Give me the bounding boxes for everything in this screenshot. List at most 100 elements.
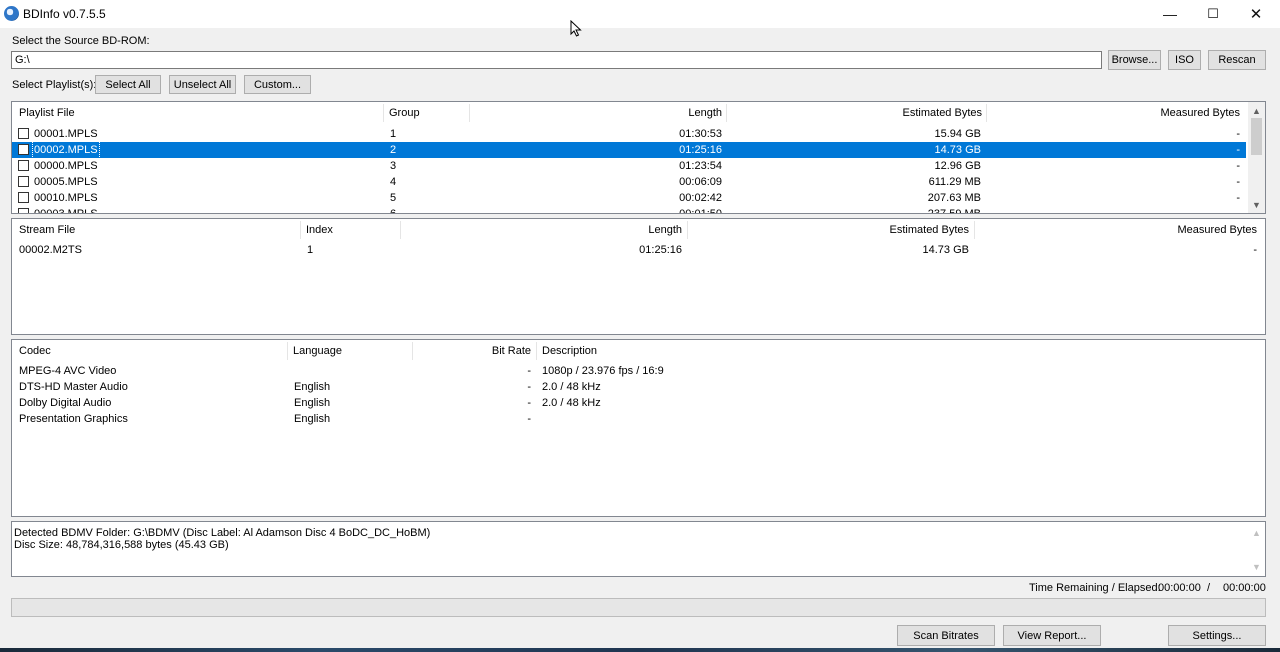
codec-bit-rate: -	[527, 381, 531, 393]
scroll-up-arrow-icon[interactable]: ▲	[1248, 104, 1265, 118]
playlist-checkbox[interactable]	[18, 208, 29, 213]
playlist-checkbox[interactable]	[18, 160, 29, 171]
playlist-row[interactable]: 00002.MPLS 2 01:25:16 14.73 GB -	[12, 141, 1246, 159]
playlist-measured-bytes: -	[1236, 144, 1240, 156]
codec-name: MPEG-4 AVC Video	[19, 365, 117, 377]
col-header-group[interactable]: Group	[389, 102, 420, 124]
playlist-checkbox[interactable]	[18, 144, 29, 155]
playlist-group: 3	[390, 160, 397, 172]
col-header-bit-rate[interactable]: Bit Rate	[417, 340, 531, 362]
playlist-length: 00:06:09	[679, 176, 722, 188]
playlist-file-name: 00005.MPLS	[34, 176, 98, 188]
col-header-stream-estimated-bytes[interactable]: Estimated Bytes	[719, 219, 969, 241]
col-header-length[interactable]: Length	[472, 102, 722, 124]
playlist-estimated-bytes: 611.29 MB	[928, 176, 981, 188]
stream-row[interactable]: 00002.M2TS 1 01:25:16 14.73 GB -	[12, 242, 1265, 258]
codec-bit-rate: -	[527, 413, 531, 425]
stream-table[interactable]: Stream File Index Length Estimated Bytes…	[11, 218, 1266, 335]
playlist-file-name: 00003.MPLS	[34, 208, 98, 214]
playlist-checkbox[interactable]	[18, 192, 29, 203]
info-scroll-down-icon[interactable]: ▼	[1248, 560, 1265, 574]
close-button[interactable]: ✕	[1234, 0, 1278, 28]
playlist-measured-bytes: -	[1236, 192, 1240, 204]
scan-bitrates-button[interactable]: Scan Bitrates	[897, 625, 995, 646]
playlist-length: 01:23:54	[679, 160, 722, 172]
progress-bar	[11, 598, 1266, 617]
unselect-all-button[interactable]: Unselect All	[169, 75, 236, 94]
scroll-thumb[interactable]	[1251, 118, 1262, 155]
browse-button[interactable]: Browse...	[1108, 50, 1161, 70]
scroll-down-arrow-icon[interactable]: ▼	[1248, 198, 1265, 212]
playlist-estimated-bytes: 237.59 MB	[927, 208, 981, 214]
stream-index: 1	[307, 244, 314, 256]
codec-row[interactable]: Dolby Digital Audio English -2.0 / 48 kHz	[12, 395, 1265, 411]
playlist-row[interactable]: 00000.MPLS 3 01:23:54 12.96 GB -	[12, 158, 1246, 174]
settings-button[interactable]: Settings...	[1168, 625, 1266, 646]
playlist-estimated-bytes: 12.96 GB	[934, 160, 981, 172]
playlist-measured-bytes: -	[1236, 160, 1240, 172]
codec-description: 1080p / 23.976 fps / 16:9	[542, 365, 664, 377]
source-label: Select the Source BD-ROM:	[12, 35, 150, 47]
stream-estimated-bytes: 14.73 GB	[922, 244, 969, 256]
view-report-button[interactable]: View Report...	[1003, 625, 1101, 646]
codec-name: Dolby Digital Audio	[19, 397, 112, 409]
playlist-estimated-bytes: 207.63 MB	[927, 192, 981, 204]
title-bar	[0, 0, 1280, 28]
playlist-table[interactable]: Playlist File Group Length Estimated Byt…	[11, 101, 1266, 214]
playlist-measured-bytes: -	[1236, 128, 1240, 140]
playlist-row[interactable]: 00003.MPLS 6 00:01:50 237.59 MB -	[12, 206, 1246, 214]
select-all-button[interactable]: Select All	[95, 75, 161, 94]
playlist-group: 4	[390, 176, 397, 188]
codec-row[interactable]: DTS-HD Master Audio English -2.0 / 48 kHz	[12, 379, 1265, 395]
col-header-description[interactable]: Description	[542, 340, 597, 362]
stream-measured-bytes: -	[1253, 244, 1257, 256]
col-header-playlist-file[interactable]: Playlist File	[19, 102, 75, 124]
time-separator: /	[1207, 582, 1211, 594]
minimize-button[interactable]: —	[1148, 0, 1192, 28]
col-header-stream-length[interactable]: Length	[432, 219, 682, 241]
col-header-codec[interactable]: Codec	[19, 340, 51, 362]
codec-language: English	[294, 397, 331, 409]
codec-row[interactable]: MPEG-4 AVC Video -1080p / 23.976 fps / 16…	[12, 363, 1265, 379]
playlist-scrollbar[interactable]: ▲ ▼	[1248, 102, 1265, 213]
playlist-row[interactable]: 00010.MPLS 5 00:02:42 207.63 MB -	[12, 190, 1246, 206]
codec-bit-rate: -	[527, 365, 531, 377]
disc-info-size: Disc Size: 48,784,316,588 bytes (45.43 G…	[14, 539, 229, 551]
playlist-file-name: 00001.MPLS	[34, 128, 98, 140]
time-remaining-value: 00:00:00	[1158, 582, 1201, 594]
playlist-measured-bytes: -	[1236, 208, 1240, 214]
playlist-group: 6	[390, 208, 397, 214]
col-header-index[interactable]: Index	[306, 219, 333, 241]
playlist-checkbox[interactable]	[18, 176, 29, 187]
codec-description: 2.0 / 48 kHz	[542, 397, 601, 409]
rescan-button[interactable]: Rescan	[1208, 50, 1266, 70]
col-header-estimated-bytes[interactable]: Estimated Bytes	[732, 102, 982, 124]
col-header-stream-measured-bytes[interactable]: Measured Bytes	[1007, 219, 1257, 241]
time-remaining-label: Time Remaining / Elapsed:	[1029, 582, 1161, 594]
time-elapsed-value: 00:00:00	[1223, 582, 1266, 594]
disc-info-textbox[interactable]: Detected BDMV Folder: G:\BDMV (Disc Labe…	[11, 521, 1266, 577]
col-header-measured-bytes[interactable]: Measured Bytes	[992, 102, 1240, 124]
playlist-row[interactable]: 00001.MPLS 1 01:30:53 15.94 GB -	[12, 126, 1246, 142]
maximize-button[interactable]: ☐	[1191, 0, 1235, 28]
info-scroll-up-icon[interactable]: ▲	[1248, 526, 1265, 540]
source-path-input[interactable]: G:\	[11, 51, 1102, 69]
custom-button[interactable]: Custom...	[244, 75, 311, 94]
playlist-row[interactable]: 00005.MPLS 4 00:06:09 611.29 MB -	[12, 174, 1246, 190]
codec-language: English	[294, 413, 331, 425]
codec-row[interactable]: Presentation Graphics English -	[12, 411, 1265, 427]
playlist-file-name: 00002.MPLS	[32, 141, 100, 159]
playlist-estimated-bytes: 15.94 GB	[934, 128, 981, 140]
col-header-stream-file[interactable]: Stream File	[19, 219, 75, 241]
playlist-file-name: 00000.MPLS	[34, 160, 98, 172]
codec-language: English	[294, 381, 331, 393]
codec-table[interactable]: Codec Language Bit Rate Description MPEG…	[11, 339, 1266, 517]
playlist-group: 2	[390, 144, 397, 156]
playlist-length: 01:30:53	[679, 128, 722, 140]
app-disc-icon	[4, 6, 19, 21]
iso-button[interactable]: ISO	[1168, 50, 1201, 70]
mouse-cursor-icon	[570, 20, 582, 37]
codec-name: DTS-HD Master Audio	[19, 381, 128, 393]
playlist-checkbox[interactable]	[18, 128, 29, 139]
col-header-language[interactable]: Language	[293, 340, 342, 362]
